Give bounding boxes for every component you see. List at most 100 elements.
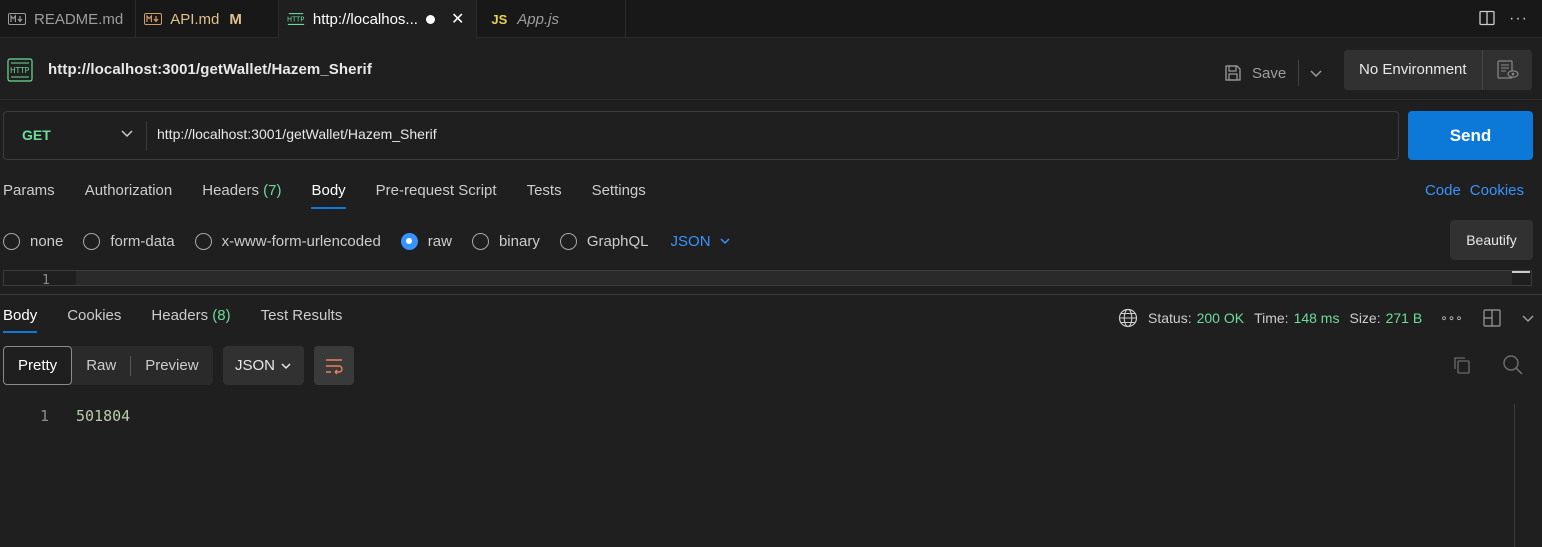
tab-label: App.js xyxy=(517,10,559,28)
globe-icon[interactable] xyxy=(1118,308,1138,328)
tab-api-md[interactable]: API.md M xyxy=(136,0,279,38)
preview-button[interactable]: Preview xyxy=(131,346,212,385)
radio-raw[interactable]: raw xyxy=(400,232,452,250)
copy-icon[interactable] xyxy=(1452,355,1472,378)
save-button[interactable]: Save xyxy=(1252,65,1286,82)
request-title[interactable]: http://localhost:3001/getWallet/Hazem_Sh… xyxy=(48,61,372,78)
chevron-down-icon[interactable] xyxy=(120,126,134,143)
wrap-lines-button[interactable] xyxy=(314,346,354,385)
request-links: Code Cookies xyxy=(1425,182,1524,199)
save-icon[interactable] xyxy=(1224,64,1242,82)
url-bar: GET http://localhost:3001/getWallet/Haze… xyxy=(3,111,1399,160)
body-type-options: none form-data x-www-form-urlencoded raw… xyxy=(3,230,731,252)
response-format-select[interactable]: JSON xyxy=(223,346,304,385)
radio-circle xyxy=(3,232,20,250)
tab-tests[interactable]: Tests xyxy=(527,182,562,210)
radio-label: binary xyxy=(498,232,540,250)
tab-label: README.md xyxy=(34,10,124,28)
method-select[interactable]: GET xyxy=(22,127,51,143)
radio-circle xyxy=(559,232,577,250)
response-view-toggle: Pretty Raw Preview xyxy=(3,346,213,385)
send-button[interactable]: Send xyxy=(1408,111,1533,160)
chevron-down-icon[interactable] xyxy=(1309,66,1323,80)
tab-http-request[interactable]: HTTP http://localhos... ✕ xyxy=(278,0,478,39)
more-actions-icon[interactable]: ··· xyxy=(1509,10,1528,28)
close-icon[interactable]: ✕ xyxy=(451,9,464,29)
tab-label: API.md xyxy=(170,10,220,28)
more-options-icon[interactable]: ∘∘∘ xyxy=(1440,311,1463,325)
request-tabs: Params Authorization Headers (7) Body Pr… xyxy=(3,182,646,210)
size-value: 271 B xyxy=(1385,310,1423,326)
line-number: 1 xyxy=(40,407,50,425)
response-value: 501804 xyxy=(76,407,131,425)
pane-divider[interactable] xyxy=(0,294,1542,295)
tab-readme[interactable]: README.md xyxy=(0,0,137,38)
radio-form-data[interactable]: form-data xyxy=(83,232,175,250)
unsaved-dot-icon xyxy=(425,14,435,24)
chevron-down-icon xyxy=(719,235,731,247)
javascript-icon: JS xyxy=(491,11,508,27)
tab-response-headers[interactable]: Headers (8) xyxy=(151,307,230,337)
http-icon: HTTP xyxy=(287,12,305,26)
status-value: 200 OK xyxy=(1196,310,1245,326)
radio-label: none xyxy=(30,232,64,250)
tab-app-js[interactable]: JS App.js xyxy=(477,0,626,38)
tab-prerequest-script[interactable]: Pre-request Script xyxy=(376,182,497,210)
radio-label: x-www-form-urlencoded xyxy=(221,232,381,250)
radio-circle xyxy=(83,232,101,250)
time-label: Time: xyxy=(1254,310,1289,326)
body-format-select[interactable]: JSON xyxy=(671,233,731,250)
tab-headers[interactable]: Headers (7) xyxy=(202,182,281,210)
tab-response-cookies[interactable]: Cookies xyxy=(67,307,121,337)
beautify-button[interactable]: Beautify xyxy=(1450,220,1533,260)
cookies-link[interactable]: Cookies xyxy=(1470,182,1524,199)
line-number: 1 xyxy=(42,273,50,286)
tab-test-results[interactable]: Test Results xyxy=(261,307,343,337)
radio-circle xyxy=(194,232,212,250)
radio-binary[interactable]: binary xyxy=(471,232,540,250)
tab-settings[interactable]: Settings xyxy=(592,182,646,210)
code-link[interactable]: Code xyxy=(1425,182,1461,199)
divider xyxy=(146,121,147,151)
scrollbar[interactable] xyxy=(1514,404,1515,547)
editor-actions: ··· xyxy=(1479,0,1528,38)
pretty-button[interactable]: Pretty xyxy=(3,346,73,385)
environment-label: No Environment xyxy=(1359,61,1467,78)
search-icon[interactable] xyxy=(1502,354,1524,379)
request-header: HTTP http://localhost:3001/getWallet/Haz… xyxy=(0,40,1542,100)
markdown-icon xyxy=(8,12,26,26)
response-actions: ∘∘∘ xyxy=(1440,309,1535,327)
headers-count: (7) xyxy=(263,182,282,199)
url-input[interactable]: http://localhost:3001/getWallet/Hazem_Sh… xyxy=(157,126,437,142)
http-icon: HTTP xyxy=(7,58,33,85)
modified-badge: M xyxy=(229,10,242,28)
tab-body[interactable]: Body xyxy=(311,182,346,210)
wrap-text-icon xyxy=(324,357,344,375)
size-label: Size: xyxy=(1349,310,1381,326)
split-editor-icon[interactable] xyxy=(1479,10,1495,29)
chevron-down-icon[interactable] xyxy=(1521,311,1535,325)
tab-label: http://localhos... xyxy=(312,10,418,28)
status-label: Status: xyxy=(1148,310,1192,326)
divider xyxy=(1298,60,1300,86)
raw-button[interactable]: Raw xyxy=(72,346,130,385)
environment-selector[interactable]: No Environment xyxy=(1344,50,1532,90)
headers-count: (8) xyxy=(212,307,231,324)
editor-tab-bar: README.md API.md M HTTP http://localhos.… xyxy=(0,0,1542,39)
radio-graphql[interactable]: GraphQL xyxy=(559,232,649,250)
tab-authorization[interactable]: Authorization xyxy=(85,182,173,210)
response-tabs: Body Cookies Headers (8) Test Results xyxy=(3,307,342,337)
radio-circle xyxy=(400,232,418,250)
radio-none[interactable]: none xyxy=(3,232,64,250)
tab-response-body[interactable]: Body xyxy=(3,307,38,337)
radio-label: GraphQL xyxy=(586,232,649,250)
format-label: JSON xyxy=(670,232,711,250)
editor-resize-handle[interactable] xyxy=(1512,271,1530,273)
radio-urlencoded[interactable]: x-www-form-urlencoded xyxy=(194,232,381,250)
layout-toggle-icon[interactable] xyxy=(1483,309,1501,327)
tab-params[interactable]: Params xyxy=(3,182,55,210)
radio-circle xyxy=(471,232,489,250)
request-body-editor[interactable]: 1 xyxy=(3,270,1532,286)
environment-eye-icon[interactable] xyxy=(1482,50,1532,90)
tab-label: Headers xyxy=(151,307,209,324)
